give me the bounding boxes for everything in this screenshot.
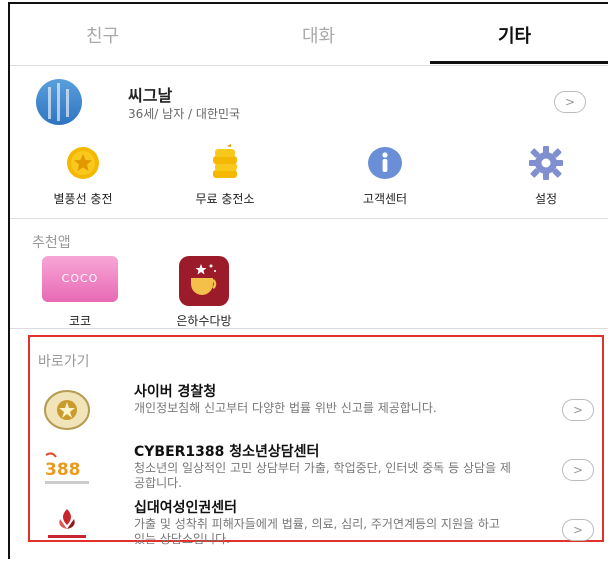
app-label: 은하수다방 bbox=[176, 314, 232, 328]
recommended-apps-title: 추천앱 bbox=[32, 235, 71, 251]
shortcut-title: 십대여성인권센터 bbox=[134, 500, 238, 516]
app-frame: 친구 대화 기타 씨그날 36세/ 남자 / 대한민국 > 별풍선 충전 무료 … bbox=[8, 2, 608, 559]
shortcut-cyber-police[interactable]: 사이버 경찰청 개인정보침해 신고부터 다양한 법률 위반 신고를 제공합니다.… bbox=[30, 381, 602, 443]
menu-customer-center[interactable]: 고객센터 bbox=[335, 144, 435, 207]
profile-info: 36세/ 남자 / 대한민국 bbox=[128, 107, 241, 121]
shortcut-title: 사이버 경찰청 bbox=[134, 384, 217, 400]
menu-settings[interactable]: 설정 bbox=[496, 144, 596, 207]
shortcut-description: 가출 및 성착취 피해자들에게 법률, 의료, 심리, 주거연계등의 지원을 하… bbox=[134, 517, 500, 546]
chevron-right-icon[interactable]: > bbox=[562, 459, 594, 481]
app-galaxy-cafe[interactable]: 은하수다방 bbox=[164, 256, 244, 329]
tab-chats[interactable]: 대화 bbox=[302, 22, 335, 48]
profile-row[interactable]: 씨그날 36세/ 남자 / 대한민국 > bbox=[10, 66, 608, 138]
shortcut-title: CYBER1388 청소년상담센터 bbox=[134, 444, 320, 460]
teen-women-center-logo-icon bbox=[42, 505, 92, 547]
top-tab-bar: 친구 대화 기타 bbox=[10, 4, 608, 66]
active-tab-indicator bbox=[430, 61, 608, 64]
tab-more[interactable]: 기타 bbox=[498, 22, 531, 48]
menu-label: 설정 bbox=[534, 192, 558, 206]
app-label: 코코 bbox=[68, 314, 92, 328]
shortcuts-title: 바로가기 bbox=[38, 354, 90, 370]
shortcut-cyber1388[interactable]: 388 CYBER1388 청소년상담센터 청소년의 일상적인 고민 상담부터 … bbox=[30, 441, 602, 503]
menu-label: 고객센터 bbox=[362, 192, 408, 206]
police-emblem-icon bbox=[42, 389, 92, 431]
menu-free-charge[interactable]: 무료 충전소 bbox=[175, 144, 275, 207]
galaxy-cafe-app-icon bbox=[179, 256, 229, 306]
star-coin-icon bbox=[63, 144, 103, 182]
menu-label: 별풍선 충전 bbox=[53, 192, 113, 206]
tab-friends[interactable]: 친구 bbox=[86, 22, 119, 48]
avatar bbox=[36, 79, 82, 125]
chevron-right-icon[interactable]: > bbox=[562, 399, 594, 421]
svg-text:388: 388 bbox=[45, 460, 81, 480]
menu-star-balloon-charge[interactable]: 별풍선 충전 bbox=[33, 144, 133, 207]
menu-label: 무료 충전소 bbox=[195, 192, 255, 206]
profile-name: 씨그날 bbox=[128, 86, 173, 105]
info-icon bbox=[365, 144, 405, 182]
coco-app-icon: COCO bbox=[42, 256, 118, 302]
coin-stack-icon bbox=[205, 144, 245, 182]
app-coco[interactable]: COCO 코코 bbox=[40, 256, 120, 329]
profile-chevron-icon[interactable]: > bbox=[554, 91, 586, 113]
shortcuts-section: 바로가기 사이버 경찰청 개인정보침해 신고부터 다양한 법률 위반 신고를 제… bbox=[28, 335, 604, 546]
shortcut-description: 청소년의 일상적인 고민 상담부터 가출, 학업중단, 인터넷 중독 등 상담을… bbox=[134, 461, 511, 490]
divider bbox=[10, 328, 608, 329]
chevron-right-icon[interactable]: > bbox=[562, 519, 594, 541]
cyber1388-logo-icon: 388 bbox=[42, 449, 92, 491]
divider bbox=[10, 218, 608, 219]
gear-icon bbox=[526, 144, 566, 182]
shortcut-description: 개인정보침해 신고부터 다양한 법률 위반 신고를 제공합니다. bbox=[134, 401, 437, 415]
shortcut-teen-women-center[interactable]: 십대여성인권센터 가출 및 성착취 피해자들에게 법률, 의료, 심리, 주거연… bbox=[30, 497, 602, 559]
